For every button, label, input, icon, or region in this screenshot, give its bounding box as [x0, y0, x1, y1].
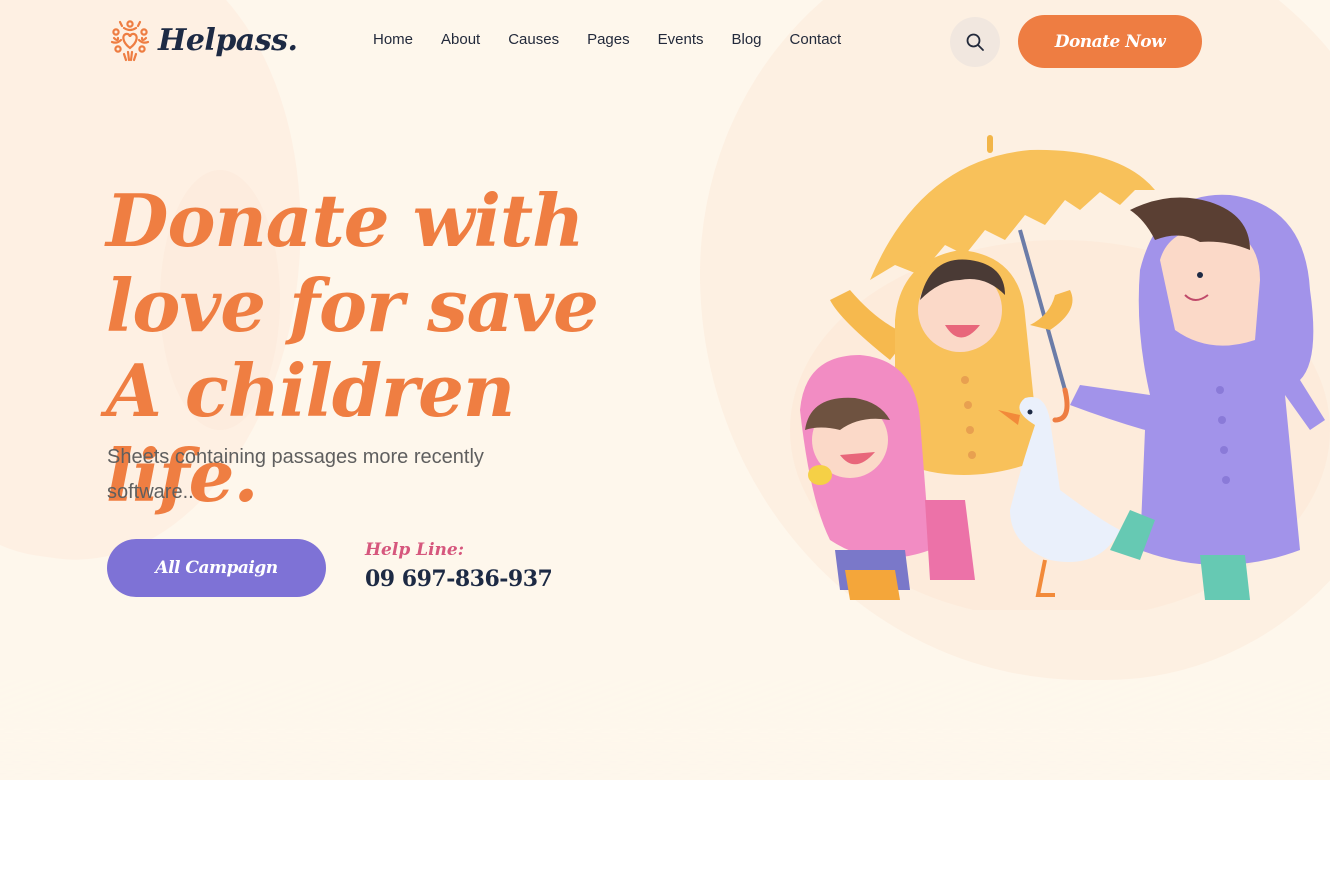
nav-about[interactable]: About — [441, 31, 480, 48]
nav-blog[interactable]: Blog — [731, 31, 761, 48]
brush-stroke-divider — [0, 680, 1330, 780]
nav-home[interactable]: Home — [373, 31, 413, 48]
helpline-label: Help Line: — [365, 540, 465, 560]
nav-causes[interactable]: Causes — [508, 31, 559, 48]
page-continuation — [0, 790, 1330, 875]
nav-contact[interactable]: Contact — [790, 31, 842, 48]
logo-heart-people-icon — [110, 20, 150, 62]
all-campaign-button[interactable]: All Campaign — [107, 539, 326, 597]
hero-illustration — [790, 135, 1330, 610]
nav-pages[interactable]: Pages — [587, 31, 630, 48]
search-icon — [966, 33, 984, 51]
donate-now-button[interactable]: Donate Now — [1018, 15, 1202, 68]
search-button[interactable] — [950, 17, 1000, 67]
main-nav: Home About Causes Pages Events Blog Cont… — [373, 31, 841, 48]
helpline-number[interactable]: 09 697-836-937 — [365, 566, 553, 592]
nav-events[interactable]: Events — [658, 31, 704, 48]
hero-subtext: Sheets containing passages more recently… — [107, 446, 484, 503]
logo-text: Helpass. — [158, 22, 298, 58]
logo[interactable]: Helpass. — [108, 18, 298, 62]
